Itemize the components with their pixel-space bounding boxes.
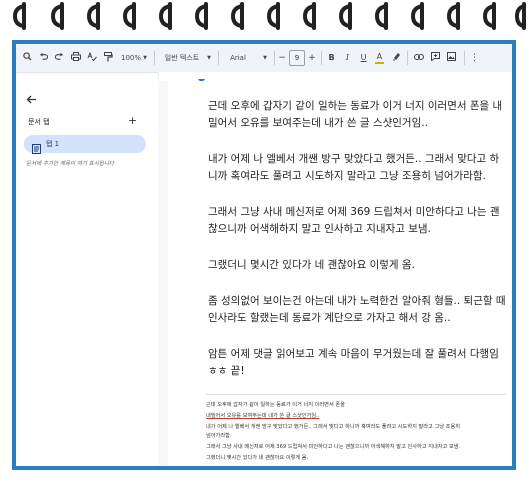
add-tab-button[interactable]: +	[128, 114, 137, 127]
chevron-down-icon: ▼	[263, 55, 267, 61]
doc-small-line: 넘어가라함.	[206, 433, 232, 439]
doc-small-line: 그래서 그냥 사내 메신저로 어제 369 드립쳐서 미안하다고 나는 괜찮으니…	[206, 444, 461, 450]
doc-small-line: 내가 어제 나 엘베서 개쌘 방구 맞았다고 했거든.. 그래서 맞다고 하니까…	[206, 424, 460, 430]
binder-rings-svg	[12, 2, 526, 30]
link-icon[interactable]	[414, 52, 424, 64]
sidebar-hint: 문서에 추가한 제목이 여기 표시됩니다	[26, 161, 114, 167]
toolbar-divider	[407, 51, 408, 65]
paint-format-icon[interactable]	[103, 52, 113, 64]
highlighter-icon[interactable]	[391, 52, 401, 64]
ring-icon	[266, 2, 280, 30]
doc-small-line: 내밀어서 오유를 보여주는데 내가 쓴 글 스샷인거임..	[206, 413, 320, 419]
toolbar-divider	[154, 51, 155, 65]
ring-icon	[86, 2, 100, 30]
ring-icon	[230, 2, 244, 30]
undo-icon[interactable]	[38, 52, 48, 64]
toolbar-divider	[464, 51, 465, 65]
ring-icon	[158, 2, 172, 30]
underline-button[interactable]: U	[359, 52, 368, 64]
ring-icon	[482, 2, 496, 30]
text-color-button[interactable]: A	[375, 52, 384, 64]
ring-icon	[514, 2, 526, 30]
font-size-input[interactable]: 9	[289, 50, 305, 66]
ring-icon	[374, 2, 388, 30]
ring-icon	[194, 2, 208, 30]
doc-paragraph: 암튼 어제 댓글 읽어보고 계속 마음이 무거웠는데 잘 풀려서 다행임ㅎㅎ 끝…	[208, 348, 499, 377]
tab-doc-icon	[32, 139, 41, 158]
sidebar-section-title: 문서 탭	[28, 118, 50, 126]
ring-icon	[338, 2, 352, 30]
chevron-down-icon: ▼	[143, 55, 147, 61]
document-canvas: 근데 오후에 갑자기 같이 일하는 동료가 이거 너지 이러면서 폰을 내밀어서…	[158, 81, 512, 466]
ring-icon	[410, 2, 424, 30]
ring-icon	[12, 2, 26, 30]
ring-icon	[302, 2, 316, 30]
document-page[interactable]: 근데 오후에 갑자기 같이 일하는 동료가 이거 너지 이러면서 폰을 내밀어서…	[168, 81, 512, 466]
toolbar-divider	[218, 51, 219, 65]
ring-icon	[446, 2, 460, 30]
font-select[interactable]: Arial	[226, 52, 250, 64]
doc-paragraph: 그랬더니 몇시간 있다가 네 괜찮아요 이렇게 옴.	[208, 259, 415, 271]
font-size-decrease-button[interactable]: −	[278, 52, 286, 64]
doc-paragraph: 내가 어제 나 엘베서 개쌘 방구 맞았다고 했거든.. 그래서 맞다고 하니까…	[208, 153, 500, 182]
ring-icon	[122, 2, 136, 30]
screenshot-frame: 100% ▼ 일반 텍스트 ▼ Arial ▼ − 9 + B I U A ⋮	[12, 40, 516, 470]
toolbar-divider	[321, 51, 322, 65]
image-icon[interactable]	[446, 52, 456, 64]
redo-icon[interactable]	[54, 52, 64, 64]
chevron-down-icon: ▼	[207, 55, 211, 61]
search-icon[interactable]	[22, 52, 32, 64]
comment-icon[interactable]	[430, 52, 440, 64]
sidebar-item-tab-1[interactable]: 탭 1	[24, 135, 146, 154]
sidebar-item-label: 탭 1	[46, 140, 60, 148]
page-divider	[206, 394, 506, 395]
toolbar: 100% ▼ 일반 텍스트 ▼ Arial ▼ − 9 + B I U A ⋮	[16, 44, 512, 73]
bold-button[interactable]: B	[327, 52, 336, 64]
zoom-select[interactable]: 100%	[120, 52, 142, 64]
more-options-button[interactable]: ⋮	[470, 52, 479, 64]
italic-button[interactable]: I	[343, 52, 352, 64]
style-select[interactable]: 일반 텍스트	[162, 52, 202, 64]
doc-paragraph: 그래서 그냥 사내 메신저로 어제 369 드립쳐서 미안하다고 나는 괜찮으니…	[208, 206, 500, 235]
print-icon[interactable]	[71, 52, 81, 64]
toolbar-divider	[274, 51, 275, 65]
doc-paragraph: 근데 오후에 갑자기 같이 일하는 동료가 이거 너지 이러면서 폰을 내밀어서…	[208, 100, 503, 129]
binder-rings	[0, 0, 531, 40]
spellcheck-icon[interactable]	[87, 51, 97, 64]
doc-paragraph: 좀 성의없어 보이는건 아는데 내가 노력한건 알아줘 형들.. 퇴근할 때 인…	[208, 295, 506, 324]
ring-icon	[50, 2, 64, 30]
doc-small-line: 그랬더니 몇시간 있다가 네 괜찮아요 이렇게 옴.	[206, 455, 309, 461]
font-size-increase-button[interactable]: +	[308, 52, 316, 64]
document-tabs-sidebar: 문서 탭 + 탭 1 문서에 추가한 제목이 여기 표시됩니다	[16, 73, 159, 466]
back-arrow-icon[interactable]	[26, 89, 37, 108]
doc-small-line: 근데 오후에 갑자기 같이 일하는 동료가 이거 너지 이러면서 폰을	[206, 402, 345, 408]
